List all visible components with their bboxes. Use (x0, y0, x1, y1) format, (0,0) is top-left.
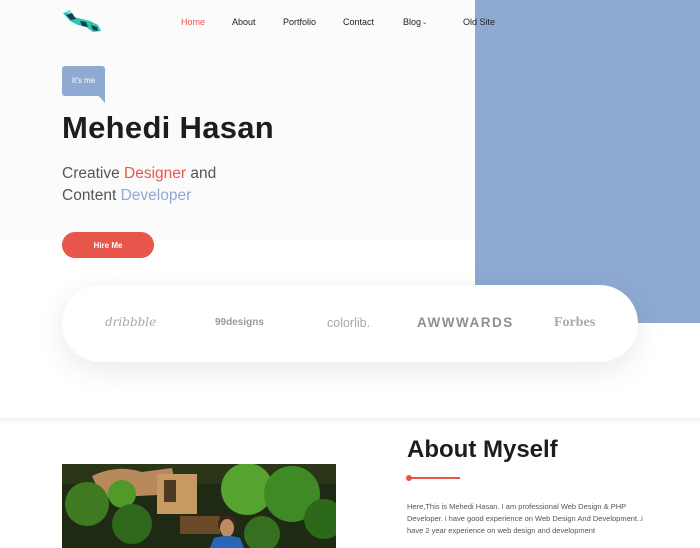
dribbble-logo[interactable]: dribbble (105, 315, 156, 329)
section-divider (0, 418, 700, 422)
brand-logos-bar: dribbble 99designs colorlib. AWWWARDS Fo… (62, 285, 638, 362)
hero-accent-block (475, 0, 700, 323)
hero-name: Mehedi Hasan (62, 110, 275, 145)
nav-old-site[interactable]: Old Site (463, 17, 495, 27)
site-logo[interactable] (60, 7, 104, 37)
tagline-highlight-designer: Designer (124, 165, 187, 182)
tagline-highlight-developer: Developer (120, 187, 192, 204)
forbes-logo[interactable]: Forbes (554, 315, 595, 331)
chevron-down-icon: ⌄ (422, 20, 428, 26)
hero-tagline: Creative Designer and Content Developer (62, 163, 216, 207)
tagline-line-2: Content Developer (62, 185, 216, 207)
nav-home[interactable]: Home (181, 17, 205, 27)
nav-about[interactable]: About (232, 17, 256, 27)
hire-me-button[interactable]: Hire Me (62, 232, 154, 258)
colorlib-logo[interactable]: colorlib. (327, 316, 370, 330)
tagline-text-1: Creative (62, 165, 125, 182)
99designs-logo[interactable]: 99designs (215, 317, 264, 328)
tagline-text-2: and (186, 165, 217, 182)
nav-contact[interactable]: Contact (343, 17, 374, 27)
tagline-line-1: Creative Designer and (62, 163, 216, 185)
nav-blog-label: Blog (403, 17, 422, 27)
nav-portfolio[interactable]: Portfolio (283, 17, 316, 27)
profile-photo (62, 464, 336, 548)
about-underline (408, 477, 460, 479)
intro-bubble-tail (96, 93, 105, 103)
about-title: About Myself (407, 436, 558, 463)
about-underline-dot (406, 475, 412, 481)
intro-bubble: It's me (62, 66, 105, 96)
nav-blog[interactable]: Blog⌄ (403, 17, 427, 27)
about-text: Here,This is Mehedi Hasan. I am professi… (407, 502, 643, 535)
tagline-text-3: Content (62, 187, 121, 204)
awwwards-logo[interactable]: AWWWARDS (417, 315, 514, 330)
